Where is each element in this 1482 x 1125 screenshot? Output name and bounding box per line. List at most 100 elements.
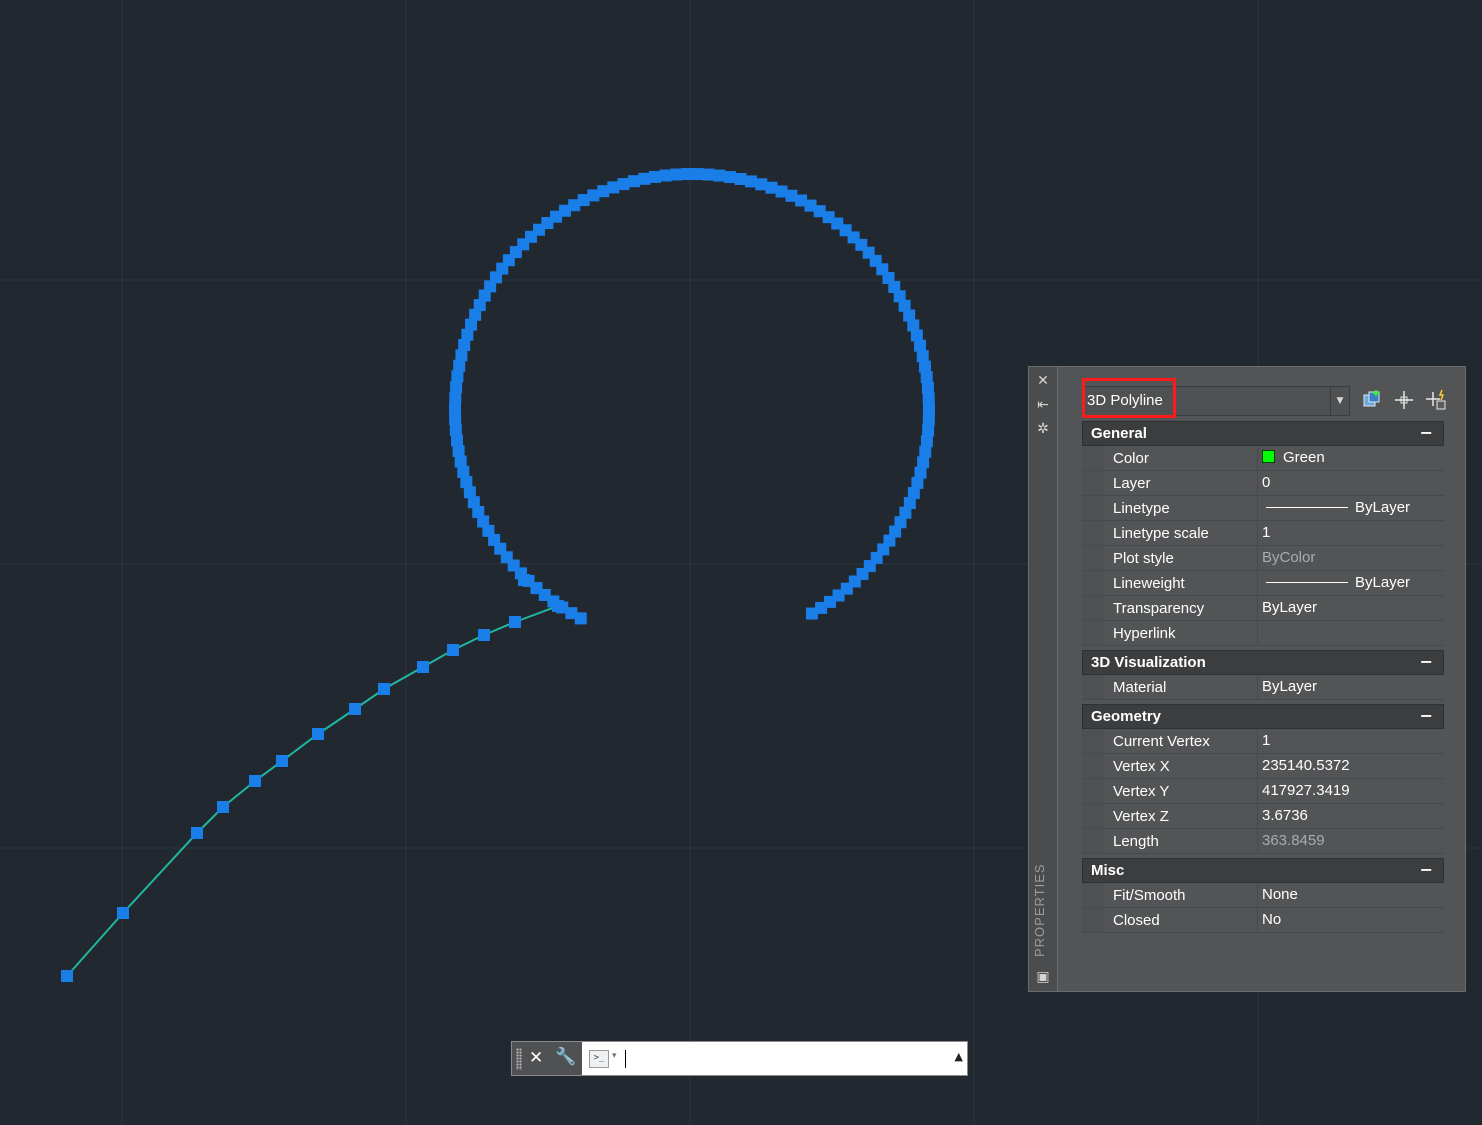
property-value[interactable]: Green [1262,449,1325,466]
vertex-grip[interactable] [449,423,462,436]
vertex-grip[interactable] [453,359,466,372]
vertex-grip[interactable] [659,169,672,182]
vertex-grip[interactable] [449,402,462,415]
object-type-dropdown[interactable]: 3D Polyline ▼ [1082,378,1350,418]
vertex-grip[interactable] [349,703,361,715]
property-row-linetype-scale[interactable]: Linetype scale 1 [1082,521,1444,546]
property-value[interactable]: No [1262,911,1281,928]
vertex-grip[interactable] [450,380,463,393]
property-row-layer[interactable]: Layer 0 [1082,471,1444,496]
property-value[interactable]: ByLayer [1262,678,1317,695]
chevron-down-icon[interactable]: ▼ [1330,387,1349,415]
vertex-grip[interactable] [452,444,465,457]
command-prompt-icon[interactable]: >_ [589,1050,609,1068]
property-value[interactable]: 3.6736 [1262,807,1308,824]
vertex-grip[interactable] [61,970,73,982]
property-value[interactable]: 1 [1262,732,1270,749]
vertex-grip[interactable] [805,607,818,620]
property-row-vertex-z[interactable]: Vertex Z 3.6736 [1082,804,1444,829]
property-row-length[interactable]: Length 363.8459 [1082,829,1444,854]
collapse-icon[interactable]: − [1420,706,1433,725]
vertex-grip[interactable] [449,391,462,404]
polyline-3d[interactable] [66,173,931,977]
vertex-grip[interactable] [755,178,768,191]
vertex-grip[interactable] [681,168,694,181]
close-icon[interactable]: ✕ [529,1048,543,1068]
vertex-grip[interactable] [920,371,933,384]
vertex-grip[interactable] [509,616,521,628]
vertex-grip[interactable] [249,775,261,787]
property-value[interactable]: 363.8459 [1262,832,1325,849]
section-header-geometry[interactable]: Geometry − [1082,704,1444,729]
vertex-grip[interactable] [734,172,747,185]
vertex-grip[interactable] [744,175,757,188]
close-icon[interactable]: ✕ [1035,373,1051,389]
property-row-transparency[interactable]: Transparency ByLayer [1082,596,1444,621]
vertex-grip[interactable] [378,683,390,695]
vertex-grip[interactable] [454,455,467,468]
vertex-grip[interactable] [914,339,927,352]
property-value[interactable]: 417927.3419 [1262,782,1350,799]
vertex-grip[interactable] [450,434,463,447]
quick-select-icon[interactable] [1425,389,1447,411]
vertex-grip[interactable] [922,403,935,416]
property-row-linetype[interactable]: Linetype ByLayer [1082,496,1444,521]
section-header-general[interactable]: General − [1082,421,1444,446]
property-value[interactable]: ByLayer [1262,574,1410,591]
chevron-up-icon[interactable]: ▲ [955,1050,963,1063]
vertex-grip[interactable] [917,456,930,469]
property-row-current-vertex[interactable]: Current Vertex 1 [1082,729,1444,754]
vertex-grip[interactable] [457,465,470,478]
vertex-grip[interactable] [451,370,464,383]
vertex-grip[interactable] [702,168,715,181]
vertex-grip[interactable] [627,175,640,188]
vertex-grip[interactable] [918,360,931,373]
vertex-grip[interactable] [458,338,471,351]
vertex-grip[interactable] [455,349,468,362]
vertex-grip[interactable] [922,392,935,405]
toggle-pickadd-icon[interactable] [1361,389,1383,411]
vertex-grip[interactable] [117,907,129,919]
property-row-fit-smooth[interactable]: Fit/Smooth None [1082,883,1444,908]
collapse-icon[interactable]: − [1420,423,1433,442]
drag-handle[interactable] [516,1048,522,1070]
vertex-grip[interactable] [607,181,620,194]
property-value[interactable]: ByLayer [1262,499,1410,516]
property-row-lineweight[interactable]: Lineweight ByLayer [1082,571,1444,596]
vertex-grip[interactable] [713,169,726,182]
property-value[interactable]: None [1262,886,1298,903]
section-header-3d-visualization[interactable]: 3D Visualization − [1082,650,1444,675]
select-objects-icon[interactable] [1393,389,1415,411]
property-value[interactable]: ByLayer [1262,599,1317,616]
property-row-material[interactable]: Material ByLayer [1082,675,1444,700]
vertex-grip[interactable] [922,424,935,437]
collapse-icon[interactable]: − [1420,860,1433,879]
vertex-grip[interactable] [447,644,459,656]
property-row-color[interactable]: Color Green [1082,446,1444,471]
vertex-grip[interactable] [723,171,736,184]
vertex-grip[interactable] [916,350,929,363]
vertex-grip[interactable] [648,170,661,183]
property-row-vertex-x[interactable]: Vertex X 235140.5372 [1082,754,1444,779]
collapse-icon[interactable]: − [1420,652,1433,671]
vertex-grip[interactable] [478,629,490,641]
vertex-grip[interactable] [910,329,923,342]
command-input[interactable] [622,1048,936,1070]
section-header-misc[interactable]: Misc − [1082,858,1444,883]
vertex-grip[interactable] [617,178,630,191]
vertex-grip[interactable] [914,466,927,479]
vertex-grip[interactable] [691,168,704,181]
vertex-grip[interactable] [460,476,473,489]
vertex-grip[interactable] [191,827,203,839]
vertex-grip[interactable] [417,661,429,673]
property-row-vertex-y[interactable]: Vertex Y 417927.3419 [1082,779,1444,804]
property-value[interactable]: 1 [1262,524,1270,541]
settings-icon[interactable]: ✲ [1035,421,1051,437]
vertex-grip[interactable] [518,574,530,586]
vertex-grip[interactable] [276,755,288,767]
vertex-grip[interactable] [670,168,683,181]
vertex-grip[interactable] [921,381,934,394]
property-row-plot-style[interactable]: Plot style ByColor [1082,546,1444,571]
vertex-grip[interactable] [217,801,229,813]
chevron-down-icon[interactable]: ▾ [612,1051,617,1061]
